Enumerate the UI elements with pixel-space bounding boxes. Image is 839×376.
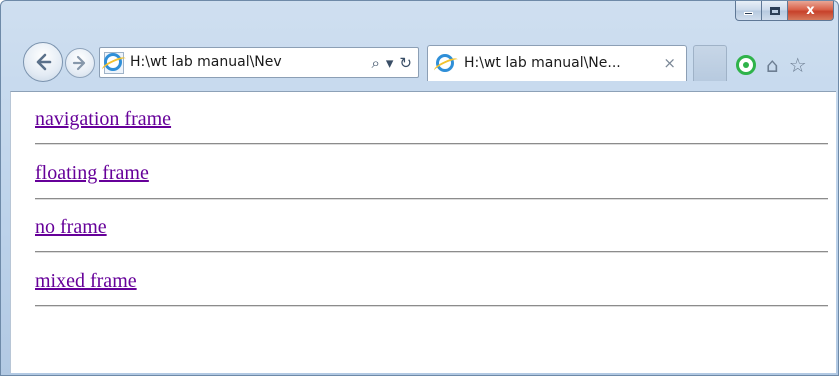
navigation-bar: H:\wt lab manual\Nev ⌕ ▾ ↻ H:\wt lab man… — [1, 35, 838, 91]
list-item: navigation frame — [35, 108, 171, 131]
page-content: navigation frame floating frame no frame… — [10, 91, 836, 373]
list-item: floating frame — [35, 162, 149, 185]
minimize-button[interactable] — [735, 1, 762, 21]
dropdown-icon[interactable]: ▾ — [386, 52, 394, 74]
address-bar[interactable]: H:\wt lab manual\Nev ⌕ ▾ ↻ — [99, 47, 419, 78]
new-tab-button[interactable] — [693, 45, 727, 81]
list-item: mixed frame — [35, 270, 137, 293]
favorites-icon[interactable]: ☆ — [789, 53, 807, 77]
tab-title: H:\wt lab manual\Ne... — [464, 55, 621, 71]
back-button[interactable] — [23, 42, 63, 82]
forward-button[interactable] — [65, 48, 95, 78]
divider — [35, 143, 828, 145]
address-input[interactable]: H:\wt lab manual\Nev — [130, 54, 326, 74]
sync-icon[interactable] — [736, 55, 756, 75]
search-icon[interactable]: ⌕ — [371, 52, 379, 74]
address-tools: ⌕ ▾ ↻ — [371, 52, 412, 74]
caption-buttons: x — [735, 1, 834, 23]
toolbar-icons: ⌂ ☆ — [736, 53, 807, 77]
browser-window: x H:\wt lab manual\Nev ⌕ ▾ ↻ H:\wt lab m… — [0, 0, 839, 376]
floating-frame-link[interactable]: floating frame — [35, 162, 149, 184]
maximize-icon — [769, 6, 780, 15]
back-arrow-icon — [36, 53, 52, 71]
title-bar: x — [1, 1, 838, 35]
tab-active[interactable]: H:\wt lab manual\Ne... × — [427, 45, 687, 81]
mixed-frame-link[interactable]: mixed frame — [35, 270, 137, 292]
close-icon: x — [806, 3, 815, 18]
forward-arrow-icon — [72, 55, 86, 71]
divider — [35, 251, 828, 253]
divider — [35, 305, 828, 307]
close-window-button[interactable]: x — [788, 1, 834, 21]
refresh-icon[interactable]: ↻ — [399, 52, 412, 74]
tab-ie-icon — [436, 54, 454, 72]
minimize-icon — [744, 12, 753, 15]
list-item: no frame — [35, 216, 107, 239]
no-frame-link[interactable]: no frame — [35, 216, 107, 238]
divider — [35, 198, 828, 200]
ie-logo-icon — [104, 53, 122, 71]
maximize-button[interactable] — [762, 1, 788, 21]
tab-close-icon[interactable]: × — [663, 54, 676, 72]
navigation-frame-link[interactable]: navigation frame — [35, 108, 171, 130]
home-icon[interactable]: ⌂ — [766, 53, 779, 77]
